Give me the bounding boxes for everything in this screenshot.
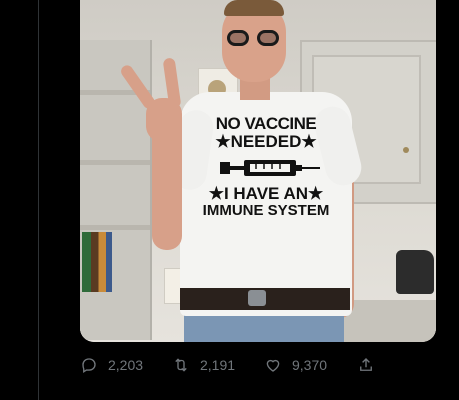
heart-icon: [266, 359, 280, 372]
belt-buckle: [248, 290, 266, 306]
bottles: [82, 232, 112, 292]
like-count: 9,370: [292, 357, 328, 373]
peace-sign-hand: [146, 98, 182, 142]
reply-button[interactable]: 2,203: [80, 352, 143, 378]
glasses: [227, 30, 283, 46]
shirt-line-3: ★I HAVE AN★: [208, 184, 324, 203]
reply-count: 2,203: [108, 357, 144, 373]
tweet-actions: 2,203 2,191 9,370: [80, 352, 436, 378]
shirt-line-2: ★NEEDED★: [215, 132, 317, 151]
cabinet-knob: [403, 147, 409, 153]
retweet-button[interactable]: 2,191: [172, 352, 235, 378]
shirt-line-4: IMMUNE SYSTEM: [202, 202, 330, 219]
timeline-divider: [38, 0, 39, 400]
like-button[interactable]: 9,370: [264, 352, 327, 378]
hair: [224, 0, 284, 16]
tweet-photo[interactable]: NO VACCINE ★NEEDED★ ★I HAVE AN★ IMMUNE S…: [80, 0, 436, 342]
retweet-icon: [175, 358, 187, 372]
shelf: [80, 225, 150, 230]
syringe-icon: [220, 160, 320, 176]
retweet-count: 2,191: [200, 357, 236, 373]
share-button[interactable]: [357, 352, 375, 378]
share-icon: [360, 358, 372, 371]
reply-icon: [82, 358, 96, 373]
kettle: [396, 250, 434, 294]
shirt-line-1: NO VACCINE: [215, 114, 317, 133]
shelf: [80, 160, 150, 165]
